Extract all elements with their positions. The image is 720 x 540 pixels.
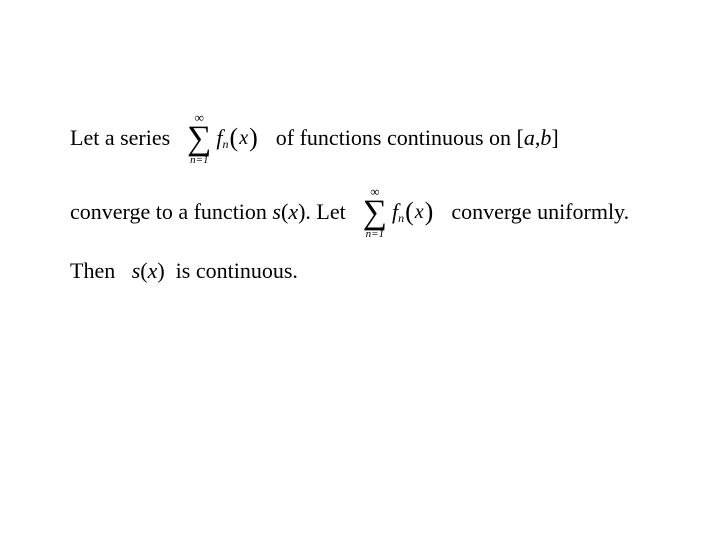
summation-symbol: ∞ ∑ n=1 fn (x) — [363, 184, 435, 240]
text: Then — [70, 258, 132, 284]
func-s: s — [272, 199, 281, 225]
lparen: ( — [229, 122, 240, 153]
text: of functions continuous on [ — [265, 125, 524, 151]
rparen: ) — [424, 196, 435, 227]
var-a: a — [524, 125, 535, 151]
var-x: x — [288, 199, 298, 225]
lparen: ( — [140, 258, 147, 284]
text: ) is continuous. — [157, 258, 298, 284]
sigma-stack: ∞ ∑ n=1 — [363, 185, 387, 240]
var-x: x — [239, 126, 248, 150]
sub-n: n — [223, 137, 229, 151]
sigma-stack: ∞ ∑ n=1 — [187, 111, 211, 166]
slide-page: Let a series ∞ ∑ n=1 fn (x) of functions… — [0, 0, 720, 540]
sub-n: n — [398, 211, 404, 225]
var-b: b — [540, 125, 551, 151]
sigma-icon: ∑ — [363, 196, 387, 230]
sum-term: fn (x) — [216, 122, 258, 153]
line-1: Let a series ∞ ∑ n=1 fn (x) of functions… — [70, 110, 660, 166]
summation-symbol: ∞ ∑ n=1 fn (x) — [187, 110, 259, 166]
var-x: x — [148, 258, 158, 284]
text: converge uniformly. — [440, 199, 629, 225]
sum-term: fn (x) — [392, 196, 434, 227]
func-s: s — [132, 258, 141, 284]
rparen: ) — [248, 122, 259, 153]
line-2: converge to a function s (x). Let ∞ ∑ n=… — [70, 184, 660, 240]
text: converge to a function — [70, 199, 272, 225]
text: Let a series — [70, 125, 181, 151]
sigma-icon: ∑ — [187, 122, 211, 156]
bracket: ] — [551, 125, 558, 151]
sum-lower: n=1 — [190, 155, 208, 166]
lparen: ( — [404, 196, 415, 227]
sum-lower: n=1 — [366, 229, 384, 240]
line-3: Then s (x) is continuous. — [70, 258, 660, 284]
text: ). Let — [298, 199, 357, 225]
var-x: x — [415, 200, 424, 224]
